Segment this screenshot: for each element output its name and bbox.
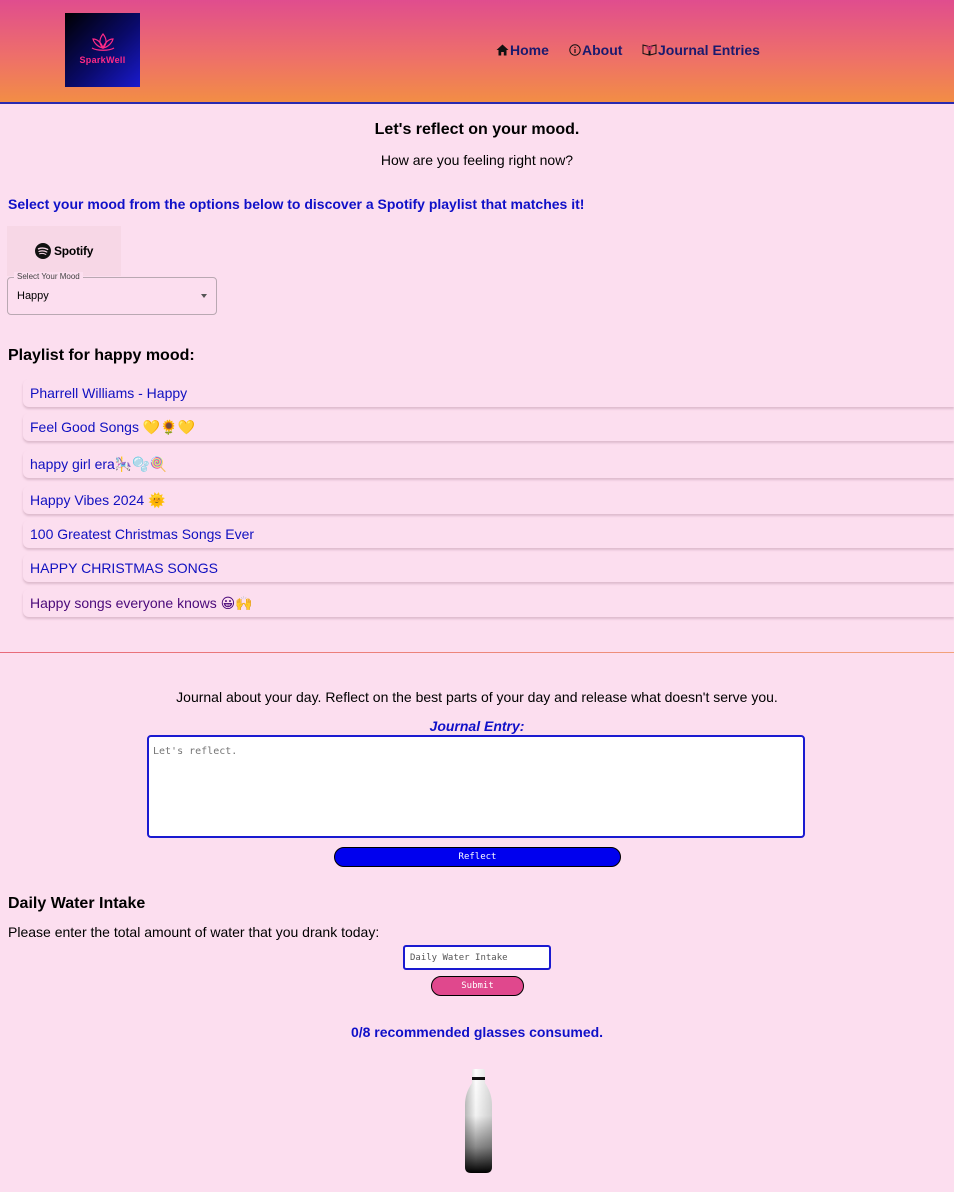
playlist-link[interactable]: HAPPY CHRISTMAS SONGS bbox=[30, 560, 218, 576]
water-intake-input[interactable] bbox=[403, 945, 551, 970]
water-instruction: Please enter the total amount of water t… bbox=[8, 924, 380, 940]
journal-entry-label: Journal Entry: bbox=[429, 718, 525, 734]
info-icon bbox=[569, 44, 581, 56]
playlist-item[interactable]: Feel Good Songs 💛🌻💛 bbox=[23, 413, 954, 441]
playlist-link[interactable]: Feel Good Songs 💛🌻💛 bbox=[30, 419, 195, 436]
water-bottle-icon bbox=[465, 1069, 492, 1173]
spotify-logo: Spotify bbox=[35, 243, 105, 259]
mood-select-value: Happy bbox=[17, 290, 49, 302]
playlist-item[interactable]: Pharrell Williams - Happy bbox=[23, 379, 954, 407]
playlist-item[interactable]: HAPPY CHRISTMAS SONGS bbox=[23, 554, 954, 582]
playlist-link[interactable]: Pharrell Williams - Happy bbox=[30, 385, 187, 401]
journal-entry-textarea[interactable] bbox=[147, 735, 805, 838]
nav-home[interactable]: Home bbox=[496, 42, 549, 58]
mood-select[interactable]: Select Your Mood Happy bbox=[7, 272, 217, 315]
spotify-icon bbox=[35, 243, 51, 259]
playlist-link[interactable]: 100 Greatest Christmas Songs Ever bbox=[30, 526, 254, 542]
spotify-wordmark: Spotify bbox=[54, 244, 94, 258]
mood-title: Let's reflect on your mood. bbox=[374, 121, 580, 138]
mood-subtitle: How are you feeling right now? bbox=[380, 152, 574, 168]
home-icon bbox=[496, 44, 509, 56]
glasses-status: 0/8 recommended glasses consumed. bbox=[350, 1024, 604, 1040]
nav-home-label: Home bbox=[510, 42, 549, 58]
spotify-logo-box: Spotify bbox=[7, 226, 121, 276]
nav-about-label: About bbox=[582, 42, 623, 58]
playlist-link[interactable]: happy girl era🎠🫧🍭 bbox=[30, 456, 167, 473]
reflect-button[interactable]: Reflect bbox=[334, 847, 621, 867]
nav-journal-entries[interactable]: Journal Entries bbox=[642, 42, 760, 58]
sparkwell-logo[interactable]: SparkWell bbox=[65, 13, 140, 87]
mood-select-label: Select Your Mood bbox=[14, 272, 83, 281]
section-divider bbox=[0, 652, 954, 653]
lotus-icon bbox=[91, 33, 115, 51]
playlist-item[interactable]: Happy Vibes 2024 🌞 bbox=[23, 486, 954, 514]
playlist-item[interactable]: happy girl era🎠🫧🍭 bbox=[23, 450, 954, 478]
mood-instruction: Select your mood from the options below … bbox=[8, 196, 585, 212]
playlist-heading: Playlist for happy mood: bbox=[8, 347, 195, 364]
nav-journal-label: Journal Entries bbox=[658, 42, 760, 58]
logo-text: SparkWell bbox=[79, 55, 126, 65]
app-header: SparkWell Home About Journal Entries bbox=[0, 0, 954, 104]
playlist-link[interactable]: Happy Vibes 2024 🌞 bbox=[30, 492, 165, 509]
journal-prompt: Journal about your day. Reflect on the b… bbox=[176, 689, 778, 705]
nav-about[interactable]: About bbox=[569, 42, 622, 58]
water-submit-button[interactable]: Submit bbox=[431, 976, 524, 996]
playlist-item[interactable]: Happy songs everyone knows 😀🙌 bbox=[23, 589, 954, 617]
chevron-down-icon bbox=[201, 294, 207, 298]
playlist-link[interactable]: Happy songs everyone knows 😀🙌 bbox=[30, 595, 253, 612]
water-heading: Daily Water Intake bbox=[8, 895, 146, 912]
book-heart-icon bbox=[642, 44, 657, 56]
playlist-item[interactable]: 100 Greatest Christmas Songs Ever bbox=[23, 520, 954, 548]
